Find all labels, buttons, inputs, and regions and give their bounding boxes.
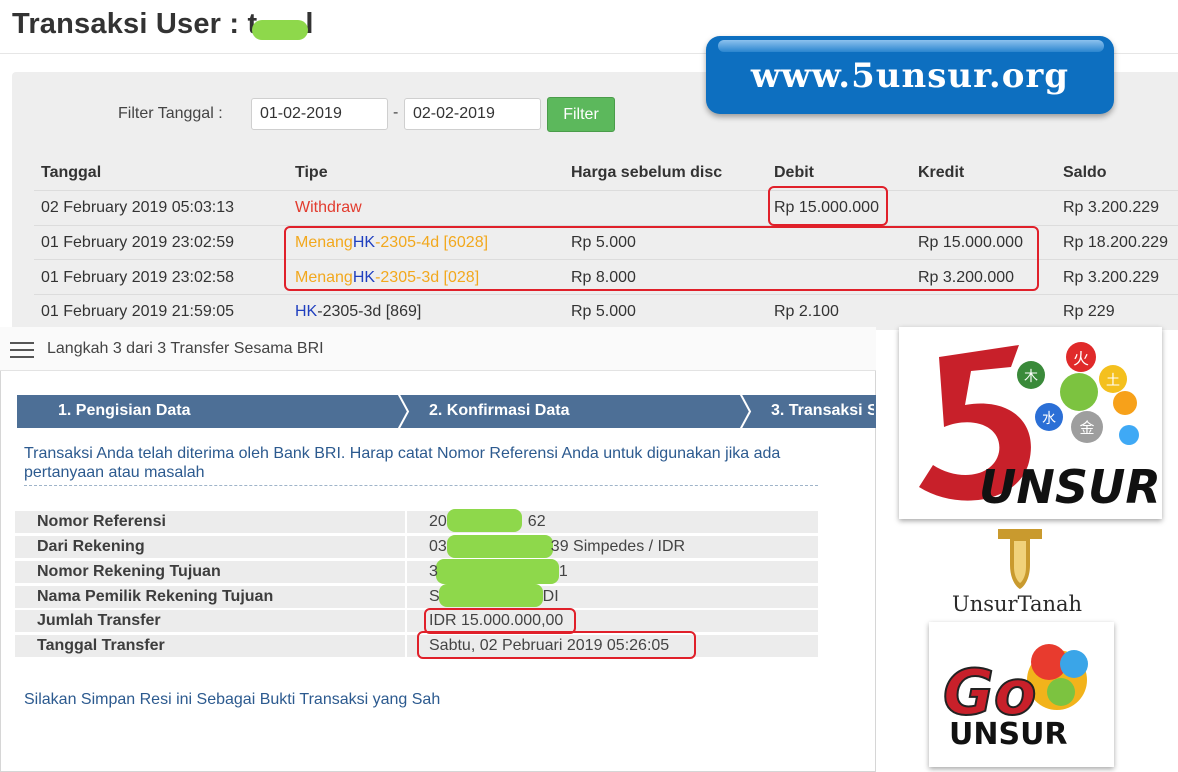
filter-button[interactable]: Filter xyxy=(547,97,615,132)
logo-kanji-fire: 火 xyxy=(1073,349,1089,368)
field-label-nomor-referensi: Nomor Referensi xyxy=(37,513,166,530)
bri-confirmation-message: Transaksi Anda telah diterima oleh Bank … xyxy=(24,445,781,481)
unsurtanah-logo-text: UnsurTanah xyxy=(952,592,1083,616)
field-value-nomor-referensi: 20 62 xyxy=(429,513,546,530)
logo-text-unsur-go: UNSUR xyxy=(949,717,1068,752)
chevron-right-icon xyxy=(397,393,410,430)
dashed-divider xyxy=(24,485,818,486)
kv-divider xyxy=(405,586,407,608)
highlight-box-date xyxy=(417,631,696,659)
field-value-dari-rekening: 03 39 Simpedes / IDR xyxy=(429,538,686,555)
cell-debit: Rp 2.100 xyxy=(774,303,839,320)
step-1: 1. Pengisian Data xyxy=(58,402,191,419)
logo-kanji-metal: 金 xyxy=(1079,419,1094,437)
redaction-blob xyxy=(252,20,308,40)
step-2: 2. Konfirmasi Data xyxy=(429,402,570,419)
bri-step-title: Langkah 3 dari 3 Transfer Sesama BRI xyxy=(47,340,324,357)
field-label-nama-pemilik: Nama Pemilik Rekening Tujuan xyxy=(37,588,274,605)
cell-tipe: HK-2305-3d [869] xyxy=(295,303,422,320)
field-value-nama-pemilik: S DI xyxy=(429,588,559,605)
field-label-jumlah-transfer: Jumlah Transfer xyxy=(37,612,161,629)
unsurtanah-logo-icon xyxy=(998,529,1042,589)
column-header-kredit: Kredit xyxy=(918,164,965,181)
logo-kanji-earth: 土 xyxy=(1106,373,1120,389)
logo-kanji-wood: 木 xyxy=(1024,369,1038,385)
logo-kanji-water: 水 xyxy=(1042,411,1056,427)
cell-tanggal: 02 February 2019 05:03:13 xyxy=(41,199,235,216)
cell-harga: Rp 5.000 xyxy=(571,303,636,320)
bri-footer-note: Silakan Simpan Resi ini Sebagai Bukti Tr… xyxy=(24,691,441,708)
cell-tanggal: 01 February 2019 21:59:05 xyxy=(41,303,235,320)
date-to-input[interactable] xyxy=(404,98,541,130)
chevron-right-icon xyxy=(739,393,752,430)
kv-divider xyxy=(405,610,407,632)
column-header-saldo: Saldo xyxy=(1063,164,1107,181)
kv-divider xyxy=(405,536,407,558)
kv-divider xyxy=(405,635,407,657)
cell-saldo: Rp 18.200.229 xyxy=(1063,234,1168,251)
5unsur-logo: 火 木 土 水 金 UNSUR xyxy=(899,327,1162,519)
filter-date-label: Filter Tanggal : xyxy=(118,105,223,122)
row-divider xyxy=(34,294,1178,295)
highlight-box-debit xyxy=(768,186,888,226)
field-label-tanggal-transfer: Tanggal Transfer xyxy=(37,637,165,654)
menu-icon[interactable] xyxy=(10,342,34,358)
highlight-box-wins xyxy=(284,226,1039,291)
date-from-input[interactable] xyxy=(251,98,388,130)
kv-divider xyxy=(405,511,407,533)
column-header-harga: Harga sebelum disc xyxy=(571,164,723,181)
date-separator: - xyxy=(393,104,399,121)
watermark-text: www.5unsur.org xyxy=(750,56,1070,96)
cell-tipe: Withdraw xyxy=(295,199,362,216)
field-label-dari-rekening: Dari Rekening xyxy=(37,538,145,555)
logo-text-unsur: UNSUR xyxy=(979,460,1161,514)
cell-saldo: Rp 229 xyxy=(1063,303,1115,320)
badge-shine xyxy=(718,40,1104,52)
gounsur-logo: Go UNSUR xyxy=(929,622,1114,767)
field-label-rekening-tujuan: Nomor Rekening Tujuan xyxy=(37,563,221,580)
column-header-debit: Debit xyxy=(774,164,814,181)
cell-saldo: Rp 3.200.229 xyxy=(1063,199,1160,216)
cell-tanggal: 01 February 2019 23:02:58 xyxy=(41,269,235,286)
kv-divider xyxy=(405,561,407,583)
cell-saldo: Rp 3.200.229 xyxy=(1063,269,1160,286)
field-value-rekening-tujuan: 31 xyxy=(429,563,568,580)
column-header-tipe: Tipe xyxy=(295,164,328,181)
step-3: 3. Transaksi S xyxy=(771,402,874,419)
row-divider xyxy=(34,190,1178,191)
column-header-tanggal: Tanggal xyxy=(41,164,102,181)
cell-tanggal: 01 February 2019 23:02:59 xyxy=(41,234,235,251)
